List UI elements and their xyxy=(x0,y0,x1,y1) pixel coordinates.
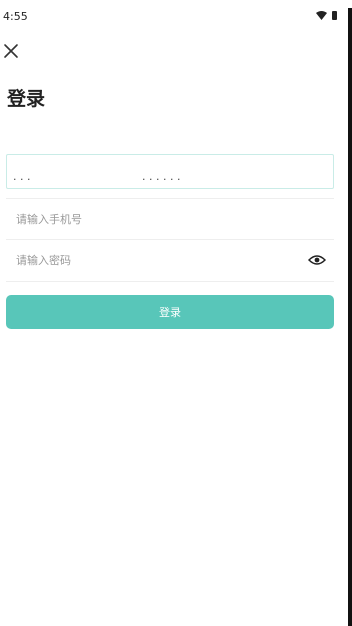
status-time: 4:55 xyxy=(3,10,28,23)
tab-left-clipped[interactable]: · · · xyxy=(13,173,30,186)
password-field xyxy=(6,240,334,282)
login-button[interactable]: 登录 xyxy=(6,295,334,329)
window-edge xyxy=(348,8,352,626)
login-method-tabs[interactable]: · · · · · · · · · xyxy=(6,154,334,189)
login-screen: 4:55 登录 · · · · · · · · · 登录 xyxy=(0,0,348,626)
page-title: 登录 xyxy=(7,88,46,110)
password-input[interactable] xyxy=(16,250,296,270)
battery-icon xyxy=(332,11,337,20)
phone-input[interactable] xyxy=(16,209,296,229)
tab-right-clipped[interactable]: · · · · · · xyxy=(142,173,180,186)
wifi-icon xyxy=(316,11,327,20)
phone-field xyxy=(6,198,334,240)
close-icon[interactable] xyxy=(3,43,19,59)
status-bar: 4:55 xyxy=(0,0,348,28)
eye-icon[interactable] xyxy=(308,253,326,267)
